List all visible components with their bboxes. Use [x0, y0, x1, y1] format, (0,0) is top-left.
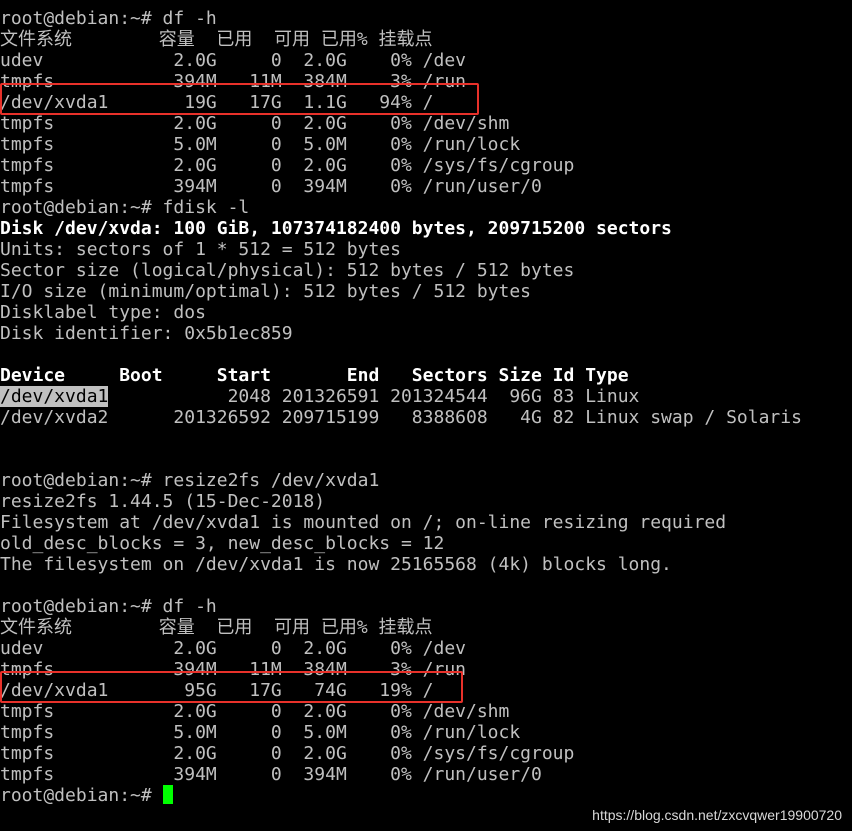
watermark-url: https://blog.csdn.net/zxcvqwer19900720: [592, 807, 842, 823]
terminal-line: root@debian:~# resize2fs /dev/xvda1: [0, 470, 380, 491]
terminal-line: 文件系统 容量 已用 可用 已用% 挂载点: [0, 617, 433, 638]
shell-prompt: root@debian:~#: [0, 785, 163, 806]
highlight-box-after-resize: [0, 671, 463, 703]
terminal-line: old_desc_blocks = 3, new_desc_blocks = 1…: [0, 533, 445, 554]
line-text: 2048 201326591 201324544 96G 83 Linux: [108, 386, 640, 407]
terminal-line: tmpfs 394M 0 394M 0% /run/user/0: [0, 176, 542, 197]
terminal-line: root@debian:~# df -h: [0, 596, 217, 617]
terminal-line: Filesystem at /dev/xvda1 is mounted on /…: [0, 512, 727, 533]
terminal-line: udev 2.0G 0 2.0G 0% /dev: [0, 638, 466, 659]
terminal-line: Disk identifier: 0x5b1ec859: [0, 323, 293, 344]
terminal-line: 文件系统 容量 已用 可用 已用% 挂载点: [0, 29, 433, 50]
terminal-line: /dev/xvda1 2048 201326591 201324544 96G …: [0, 386, 852, 407]
terminal-line: resize2fs 1.44.5 (15-Dec-2018): [0, 491, 326, 512]
terminal-line: tmpfs 394M 0 394M 0% /run/user/0: [0, 764, 542, 785]
terminal-line: tmpfs 5.0M 0 5.0M 0% /run/lock: [0, 134, 521, 155]
terminal-line: Disklabel type: dos: [0, 302, 206, 323]
terminal-line: I/O size (minimum/optimal): 512 bytes / …: [0, 281, 532, 302]
prompt-line[interactable]: root@debian:~#: [0, 785, 852, 806]
terminal-line: /dev/xvda2 201326592 209715199 8388608 4…: [0, 407, 802, 428]
highlight-box-before-resize: [0, 83, 479, 115]
terminal-line: Units: sectors of 1 * 512 = 512 bytes: [0, 239, 401, 260]
selected-text: /dev/xvda1: [0, 386, 109, 407]
terminal-line: root@debian:~# fdisk -l: [0, 197, 250, 218]
terminal-line: Disk /dev/xvda: 100 GiB, 107374182400 by…: [0, 218, 672, 239]
terminal-line: tmpfs 5.0M 0 5.0M 0% /run/lock: [0, 722, 521, 743]
terminal-line: tmpfs 2.0G 0 2.0G 0% /sys/fs/cgroup: [0, 743, 575, 764]
text-cursor: [162, 785, 173, 804]
terminal-line: tmpfs 2.0G 0 2.0G 0% /dev/shm: [0, 701, 510, 722]
terminal-line: Device Boot Start End Sectors Size Id Ty…: [0, 365, 629, 386]
terminal-line: The filesystem on /dev/xvda1 is now 2516…: [0, 554, 672, 575]
terminal-line: tmpfs 2.0G 0 2.0G 0% /sys/fs/cgroup: [0, 155, 575, 176]
terminal-line: Sector size (logical/physical): 512 byte…: [0, 260, 575, 281]
terminal-line: root@debian:~# df -h: [0, 8, 217, 29]
terminal-line: tmpfs 2.0G 0 2.0G 0% /dev/shm: [0, 113, 510, 134]
terminal-line: udev 2.0G 0 2.0G 0% /dev: [0, 50, 466, 71]
